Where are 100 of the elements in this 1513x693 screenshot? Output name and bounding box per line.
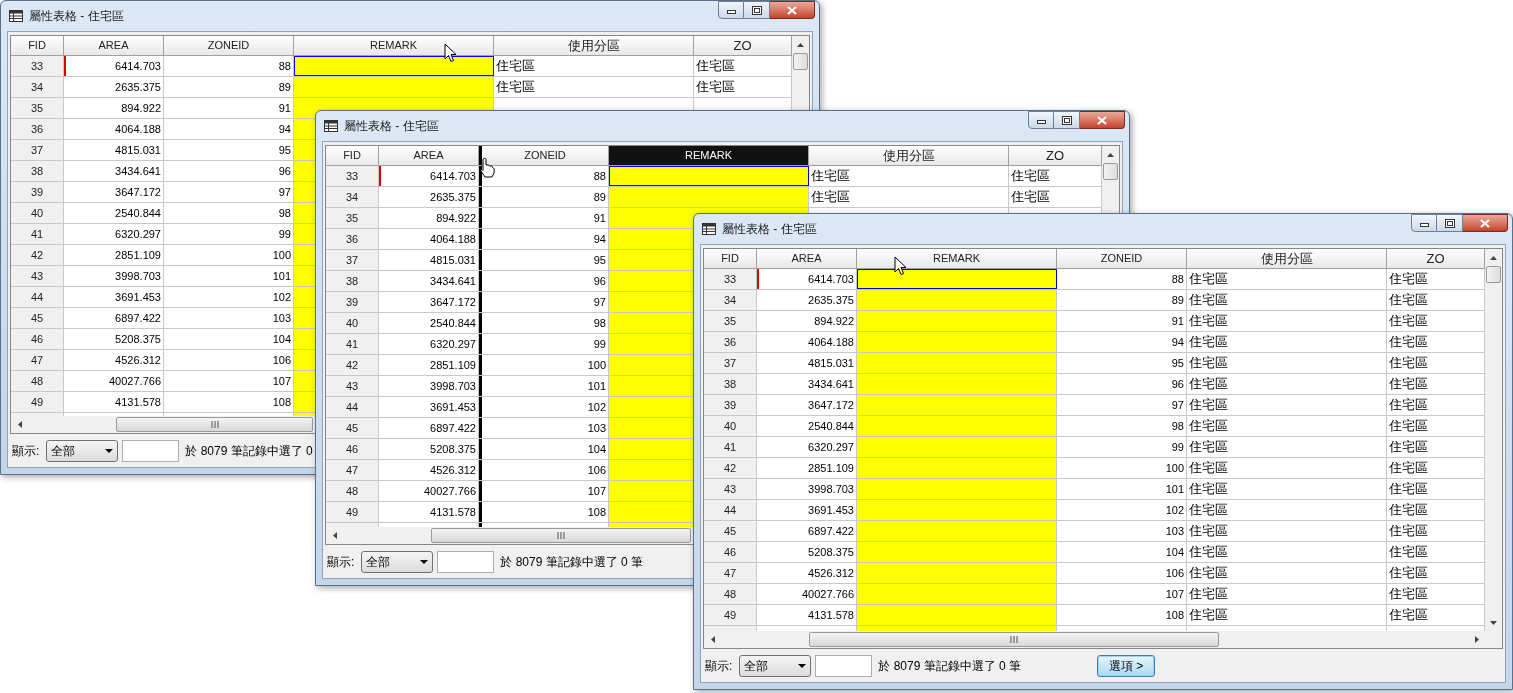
- scroll-thumb[interactable]: [116, 417, 313, 432]
- column-header[interactable]: AREA: [64, 36, 164, 55]
- row-header[interactable]: 49: [704, 605, 757, 625]
- row-header[interactable]: 45: [11, 308, 64, 328]
- close-button[interactable]: [770, 1, 815, 19]
- scroll-thumb[interactable]: [1486, 266, 1501, 283]
- highlighted-cell[interactable]: [294, 413, 315, 416]
- row-header[interactable]: 42: [11, 245, 64, 265]
- highlighted-cell[interactable]: [609, 523, 693, 527]
- highlighted-cell[interactable]: [857, 584, 1057, 604]
- highlighted-cell[interactable]: [609, 292, 693, 312]
- row-header[interactable]: 39: [11, 182, 64, 202]
- scroll-thumb[interactable]: [1103, 163, 1118, 180]
- highlighted-cell[interactable]: [857, 521, 1057, 541]
- highlighted-cell[interactable]: [294, 329, 315, 349]
- filter-dropdown[interactable]: 全部: [739, 654, 812, 677]
- scroll-thumb[interactable]: [809, 632, 1219, 647]
- highlighted-cell[interactable]: [609, 481, 693, 501]
- highlighted-cell[interactable]: [294, 287, 315, 307]
- highlighted-cell[interactable]: [294, 224, 315, 244]
- column-header[interactable]: FID: [704, 249, 757, 268]
- highlighted-cell[interactable]: [857, 563, 1057, 583]
- input-field[interactable]: [437, 550, 495, 573]
- scroll-thumb[interactable]: [431, 528, 691, 543]
- highlighted-cell[interactable]: [609, 334, 693, 354]
- row-header[interactable]: 47: [11, 350, 64, 370]
- row-header[interactable]: 34: [704, 290, 757, 310]
- row-header[interactable]: 48: [11, 371, 64, 391]
- row-header[interactable]: 35: [704, 311, 757, 331]
- column-header[interactable]: REMARK: [294, 36, 494, 55]
- column-header[interactable]: FID: [11, 36, 64, 55]
- highlighted-cell[interactable]: [609, 355, 693, 375]
- row-header[interactable]: 33: [11, 56, 64, 76]
- row-header[interactable]: 40: [11, 203, 64, 223]
- highlighted-cell[interactable]: [294, 371, 315, 391]
- highlighted-cell[interactable]: [609, 208, 693, 228]
- row-header[interactable]: 43: [704, 479, 757, 499]
- row-header[interactable]: 38: [326, 271, 379, 291]
- active-cell[interactable]: [294, 56, 494, 76]
- highlighted-cell[interactable]: [857, 458, 1057, 478]
- row-header[interactable]: 36: [704, 332, 757, 352]
- row-header[interactable]: 36: [11, 119, 64, 139]
- highlighted-cell[interactable]: [609, 229, 693, 249]
- row-header[interactable]: 42: [704, 458, 757, 478]
- row-header[interactable]: 33: [704, 269, 757, 289]
- filter-dropdown[interactable]: 全部: [361, 550, 434, 573]
- highlighted-cell[interactable]: [857, 542, 1057, 562]
- row-header[interactable]: 38: [11, 161, 64, 181]
- row-header[interactable]: 41: [11, 224, 64, 244]
- row-header[interactable]: 40: [326, 313, 379, 333]
- highlighted-cell[interactable]: [857, 311, 1057, 331]
- highlighted-cell[interactable]: [294, 119, 315, 139]
- highlighted-cell[interactable]: [294, 161, 315, 181]
- column-header[interactable]: 使用分區: [1187, 249, 1387, 268]
- row-header[interactable]: 43: [11, 266, 64, 286]
- row-header[interactable]: 36: [326, 229, 379, 249]
- highlighted-cell[interactable]: [857, 374, 1057, 394]
- row-header[interactable]: 49: [11, 392, 64, 412]
- column-header[interactable]: ZO: [1387, 249, 1485, 268]
- highlighted-cell[interactable]: [857, 626, 1056, 631]
- minimize-button[interactable]: [1028, 111, 1054, 129]
- row-header[interactable]: 46: [704, 542, 757, 562]
- highlighted-cell[interactable]: [294, 98, 315, 118]
- input-field[interactable]: [122, 439, 180, 462]
- highlighted-cell[interactable]: [857, 353, 1057, 373]
- highlighted-cell[interactable]: [609, 397, 693, 417]
- highlighted-cell[interactable]: [857, 395, 1057, 415]
- highlighted-cell[interactable]: [294, 245, 315, 265]
- highlighted-cell[interactable]: [609, 460, 693, 480]
- highlighted-cell[interactable]: [609, 250, 693, 270]
- highlighted-cell[interactable]: [294, 77, 494, 97]
- row-header[interactable]: 48: [704, 584, 757, 604]
- row-header[interactable]: 41: [704, 437, 757, 457]
- row-header[interactable]: 42: [326, 355, 379, 375]
- row-header[interactable]: 49: [326, 502, 379, 522]
- row-header[interactable]: 34: [326, 187, 379, 207]
- row-header[interactable]: 41: [326, 334, 379, 354]
- row-header[interactable]: 39: [326, 292, 379, 312]
- column-header[interactable]: REMARK: [609, 146, 809, 165]
- scroll-thumb[interactable]: [793, 53, 808, 70]
- highlighted-cell[interactable]: [857, 605, 1057, 625]
- row-header[interactable]: 43: [326, 376, 379, 396]
- highlighted-cell[interactable]: [857, 437, 1057, 457]
- row-header[interactable]: 44: [11, 287, 64, 307]
- options-button[interactable]: 選項 >: [1097, 654, 1156, 677]
- horizontal-scrollbar[interactable]: [704, 631, 1502, 648]
- highlighted-cell[interactable]: [857, 500, 1057, 520]
- column-header[interactable]: ZONEID: [164, 36, 294, 55]
- highlighted-cell[interactable]: [294, 266, 315, 286]
- column-header[interactable]: ZO: [694, 36, 792, 55]
- minimize-button[interactable]: [1411, 214, 1437, 232]
- row-header[interactable]: 46: [326, 439, 379, 459]
- row-header[interactable]: 45: [326, 418, 379, 438]
- row-header[interactable]: 35: [11, 98, 64, 118]
- highlighted-cell[interactable]: [294, 140, 315, 160]
- row-header[interactable]: [326, 523, 379, 527]
- column-header[interactable]: ZO: [1009, 146, 1102, 165]
- row-header[interactable]: 39: [704, 395, 757, 415]
- row-header[interactable]: 45: [704, 521, 757, 541]
- row-header[interactable]: 44: [704, 500, 757, 520]
